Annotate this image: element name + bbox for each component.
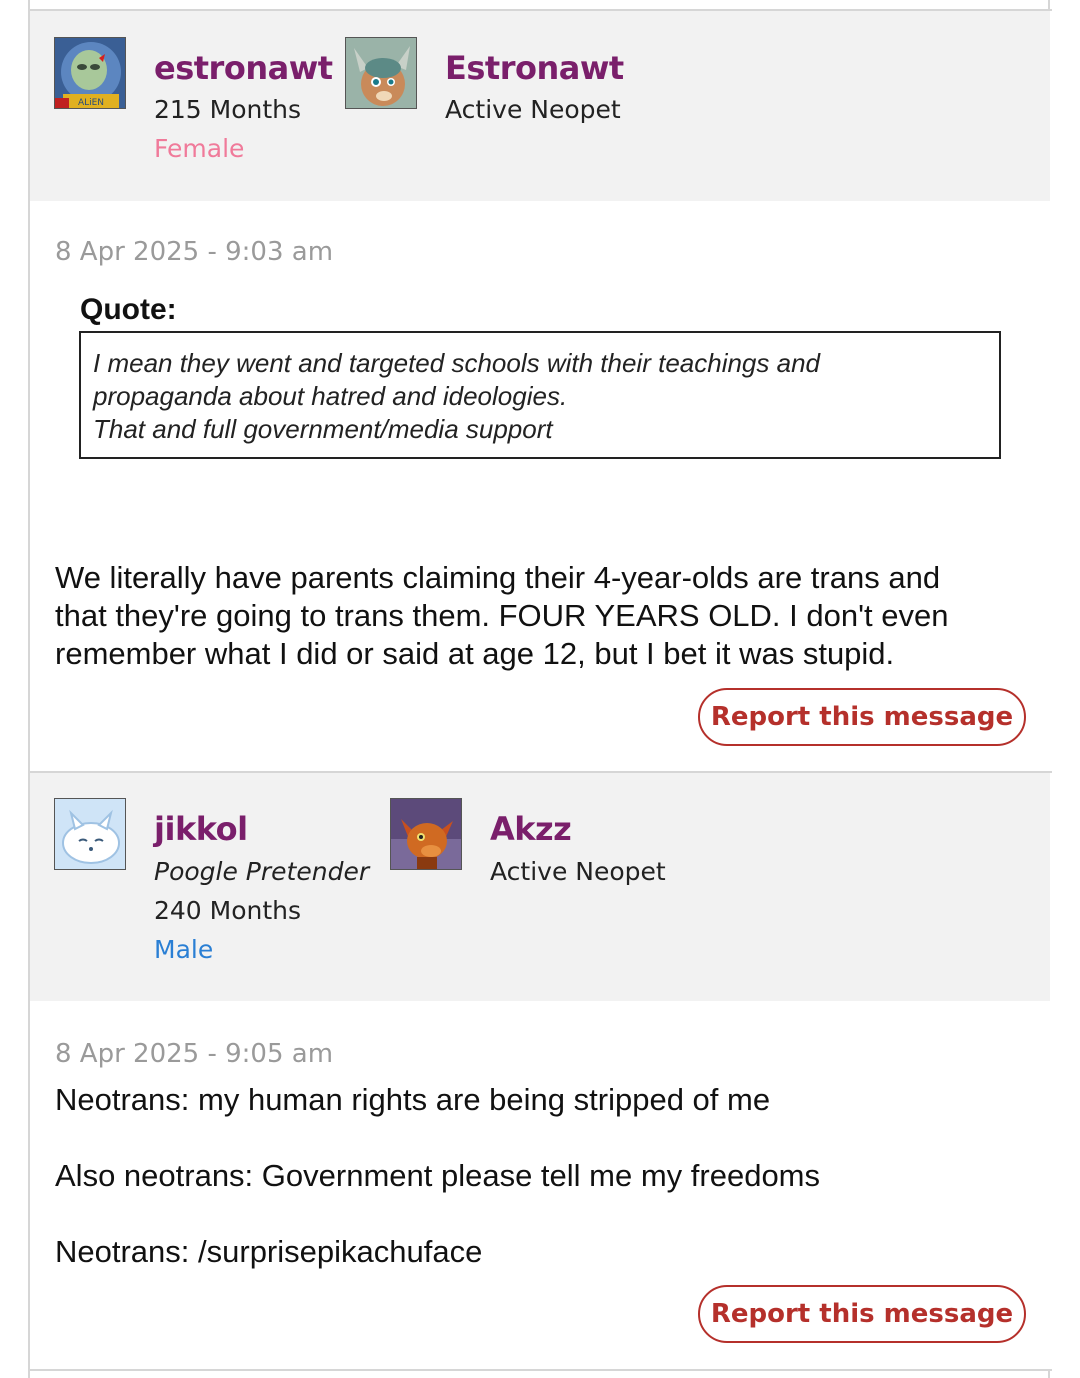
message-line: Also neotrans: Government please tell me…	[55, 1158, 821, 1193]
pet-name[interactable]: Akzz	[490, 810, 572, 848]
post-body: 8 Apr 2025 - 9:05 am Neotrans: my human …	[30, 1001, 1050, 1371]
report-message-button[interactable]: Report this message	[698, 688, 1026, 746]
message-line: Neotrans: my human rights are being stri…	[55, 1082, 771, 1117]
post-body: 8 Apr 2025 - 9:03 am Quote: I mean they …	[30, 201, 1050, 771]
user-avatar-poogle[interactable]	[54, 798, 126, 870]
quote-line: That and full government/media support	[93, 414, 553, 444]
user-avatar-alien[interactable]: ALiEN	[54, 37, 126, 109]
pet-name[interactable]: Estronawt	[445, 49, 624, 87]
post-header: ALiEN estronawt 215 Months Female Estron…	[30, 11, 1050, 201]
quote-line: propaganda about hatred and ideologies.	[93, 381, 568, 411]
quote-line: I mean they went and targeted schools wi…	[93, 348, 820, 378]
pet-avatar[interactable]	[390, 798, 462, 870]
message-text: We literally have parents claiming their…	[55, 559, 1025, 673]
post-header: jikkol Poogle Pretender 240 Months Male …	[30, 773, 1050, 1001]
pet-status: Active Neopet	[490, 857, 666, 886]
quote-label: Quote:	[80, 293, 177, 326]
post-divider	[28, 1369, 1052, 1371]
message-text: Neotrans: my human rights are being stri…	[55, 1081, 1025, 1271]
pet-status: Active Neopet	[445, 95, 621, 124]
quote-box: I mean they went and targeted schools wi…	[79, 331, 1001, 459]
username-link[interactable]: jikkol	[154, 810, 248, 848]
username-link[interactable]: estronawt	[154, 49, 333, 87]
user-title: Poogle Pretender	[154, 857, 370, 886]
pet-avatar[interactable]	[345, 37, 417, 109]
user-gender: Female	[154, 134, 245, 163]
post: ALiEN estronawt 215 Months Female Estron…	[30, 11, 1050, 771]
user-months: 215 Months	[154, 95, 302, 124]
post-timestamp: 8 Apr 2025 - 9:05 am	[55, 1039, 334, 1069]
post: jikkol Poogle Pretender 240 Months Male …	[30, 773, 1050, 1371]
svg-text:ALiEN: ALiEN	[78, 98, 104, 108]
user-gender: Male	[154, 935, 214, 964]
message-line: that they're going to trans them. FOUR Y…	[55, 598, 949, 633]
post-timestamp: 8 Apr 2025 - 9:03 am	[55, 237, 334, 267]
message-line: remember what I did or said at age 12, b…	[55, 636, 895, 671]
report-message-button[interactable]: Report this message	[698, 1285, 1026, 1343]
user-months: 240 Months	[154, 896, 302, 925]
message-line: We literally have parents claiming their…	[55, 560, 941, 595]
message-line: Neotrans: /surprisepikachuface	[55, 1234, 483, 1269]
